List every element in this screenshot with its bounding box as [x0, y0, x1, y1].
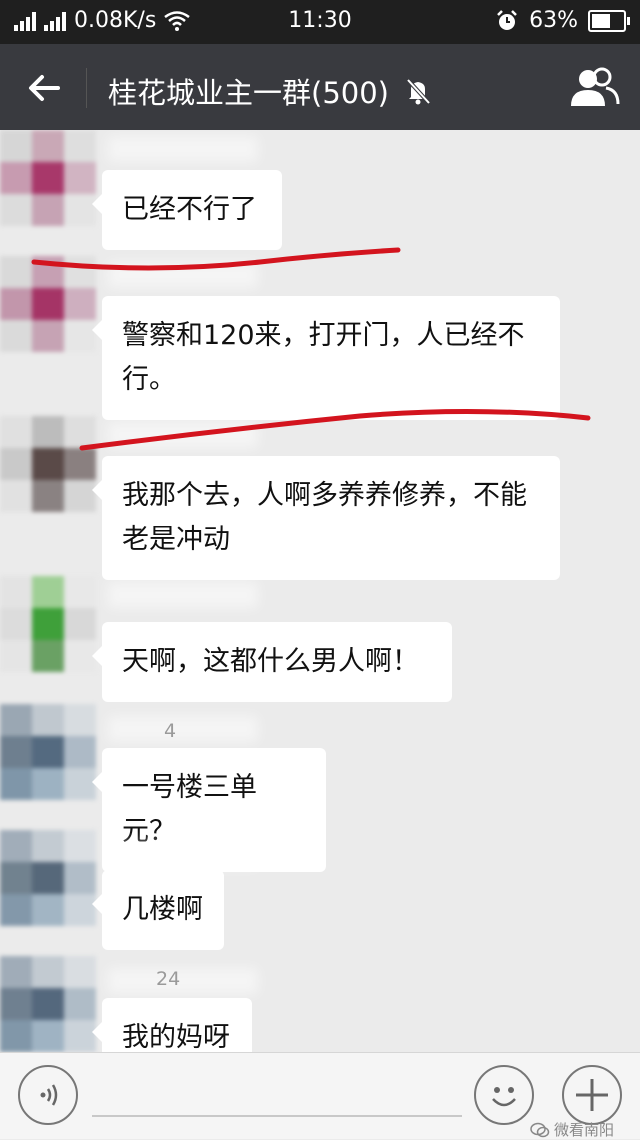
- wechat-logo-icon: [530, 1122, 550, 1137]
- message-bubble[interactable]: 警察和120来，打开门，人已经不行。: [92, 296, 560, 420]
- message-list[interactable]: 已经不行了 警察和120来，打开门，人已经不行。 我那个去，人啊多养养修养，不能…: [0, 130, 640, 1052]
- sender-name-blurred: [108, 716, 258, 742]
- sender-name-blurred: [108, 422, 258, 448]
- watermark: 微看南阳: [530, 1119, 614, 1140]
- avatar[interactable]: [0, 256, 96, 352]
- message-bubble[interactable]: 我那个去，人啊多养养修养，不能老是冲动: [92, 456, 560, 580]
- arrow-left-icon[interactable]: [22, 66, 66, 110]
- message-bubble[interactable]: 几楼啊: [92, 870, 224, 950]
- emoji-icon[interactable]: [474, 1065, 534, 1125]
- avatar[interactable]: [0, 956, 96, 1052]
- battery-percent: 63%: [529, 8, 578, 33]
- status-bar: 0.08K/s 11:30 63%: [0, 0, 640, 44]
- avatar[interactable]: [0, 130, 96, 226]
- battery-fill: [592, 13, 610, 28]
- message-bubble[interactable]: 已经不行了: [92, 170, 282, 250]
- message-input[interactable]: [92, 1115, 462, 1117]
- status-right: 63%: [495, 8, 630, 33]
- sender-name-blurred: [108, 262, 258, 288]
- sender-name-partial: 4: [164, 720, 177, 742]
- avatar[interactable]: [0, 416, 96, 512]
- group-title: 桂花城业主一群(500): [108, 70, 433, 112]
- plus-icon[interactable]: [562, 1065, 622, 1125]
- chat-header: 桂花城业主一群(500): [0, 44, 640, 130]
- sender-name-partial: 24: [156, 968, 181, 990]
- avatar[interactable]: [0, 576, 96, 672]
- message-text: 天啊，这都什么男人啊！: [122, 646, 419, 677]
- message-text: 我那个去，人啊多养养修养，不能老是冲动: [122, 480, 527, 555]
- message-text: 已经不行了: [122, 194, 257, 225]
- sender-name-blurred: [108, 582, 258, 608]
- sender-name-blurred: [108, 136, 258, 162]
- message-text: 几楼啊: [122, 894, 203, 925]
- avatar[interactable]: [0, 830, 96, 926]
- alarm-icon: [497, 9, 517, 30]
- bell-off-icon: [406, 78, 431, 105]
- sender-name-blurred: [108, 968, 258, 994]
- message-bubble[interactable]: 天啊，这都什么男人啊！: [92, 622, 452, 702]
- message-text: 警察和120来，打开门，人已经不行。: [122, 320, 525, 395]
- group-members-icon[interactable]: [568, 66, 620, 110]
- avatar[interactable]: [0, 704, 96, 800]
- input-bar: 微看南阳: [0, 1052, 640, 1139]
- message-bubble[interactable]: 我的妈呀: [92, 998, 252, 1052]
- watermark-text: 微看南阳: [554, 1121, 615, 1139]
- header-divider: [86, 68, 87, 108]
- sender-name-blurred: [108, 842, 258, 868]
- group-name: 桂花城业主一群(500): [108, 76, 389, 110]
- voice-icon[interactable]: [18, 1065, 78, 1125]
- message-text: 一号楼三单元？: [122, 772, 257, 847]
- battery-icon: [588, 9, 630, 32]
- message-text: 我的妈呀: [122, 1022, 230, 1052]
